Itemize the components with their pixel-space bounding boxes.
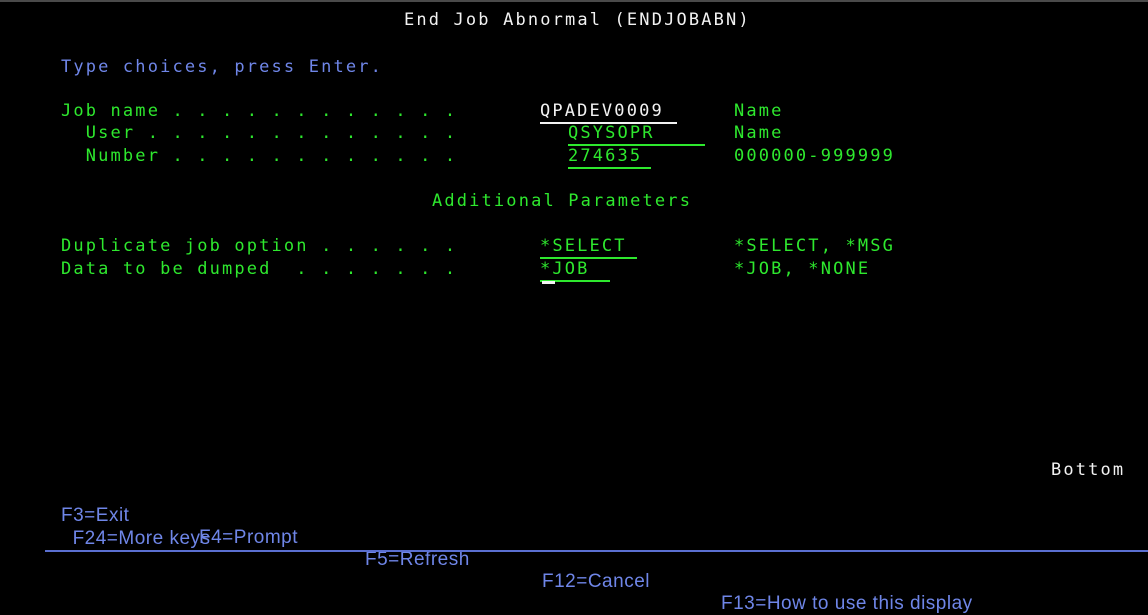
function-key-bar-2: F24=More keys: [61, 506, 211, 550]
f5-refresh-key[interactable]: F5=Refresh: [365, 549, 470, 571]
number-input[interactable]: 274635: [568, 146, 651, 169]
job-name-input[interactable]: QPADEV0009: [540, 101, 677, 124]
section-heading: Additional Parameters: [432, 191, 693, 211]
top-border: [0, 0, 1148, 2]
user-input[interactable]: QSYSOPR: [568, 123, 705, 146]
f24-more-keys-key[interactable]: F24=More keys: [73, 528, 211, 550]
instruction-text: Type choices, press Enter.: [61, 57, 384, 77]
job-name-hint: Name: [734, 101, 784, 121]
scroll-indicator: Bottom: [1051, 460, 1126, 480]
f13-help-key[interactable]: F13=How to use this display: [721, 593, 973, 615]
data-to-be-dumped-hint: *JOB, *NONE: [734, 259, 871, 279]
duplicate-job-option-label: Duplicate job option . . . . . .: [61, 236, 458, 256]
data-to-be-dumped-label: Data to be dumped . . . . . . .: [61, 259, 458, 279]
duplicate-job-option-input[interactable]: *SELECT: [540, 236, 637, 259]
bottom-border: [45, 550, 1148, 552]
f4-prompt-key[interactable]: F4=Prompt: [199, 527, 298, 549]
user-label: User . . . . . . . . . . . . .: [61, 123, 458, 143]
number-hint: 000000-999999: [734, 146, 896, 166]
f12-cancel-key[interactable]: F12=Cancel: [542, 571, 650, 593]
job-name-label: Job name . . . . . . . . . . . .: [61, 101, 458, 121]
user-hint: Name: [734, 123, 784, 143]
screen-title: End Job Abnormal (ENDJOBABN): [404, 10, 751, 30]
text-cursor: [542, 281, 555, 284]
data-to-be-dumped-input[interactable]: *JOB: [540, 259, 610, 282]
number-label: Number . . . . . . . . . . . .: [61, 146, 458, 166]
duplicate-job-option-hint: *SELECT, *MSG: [734, 236, 896, 256]
